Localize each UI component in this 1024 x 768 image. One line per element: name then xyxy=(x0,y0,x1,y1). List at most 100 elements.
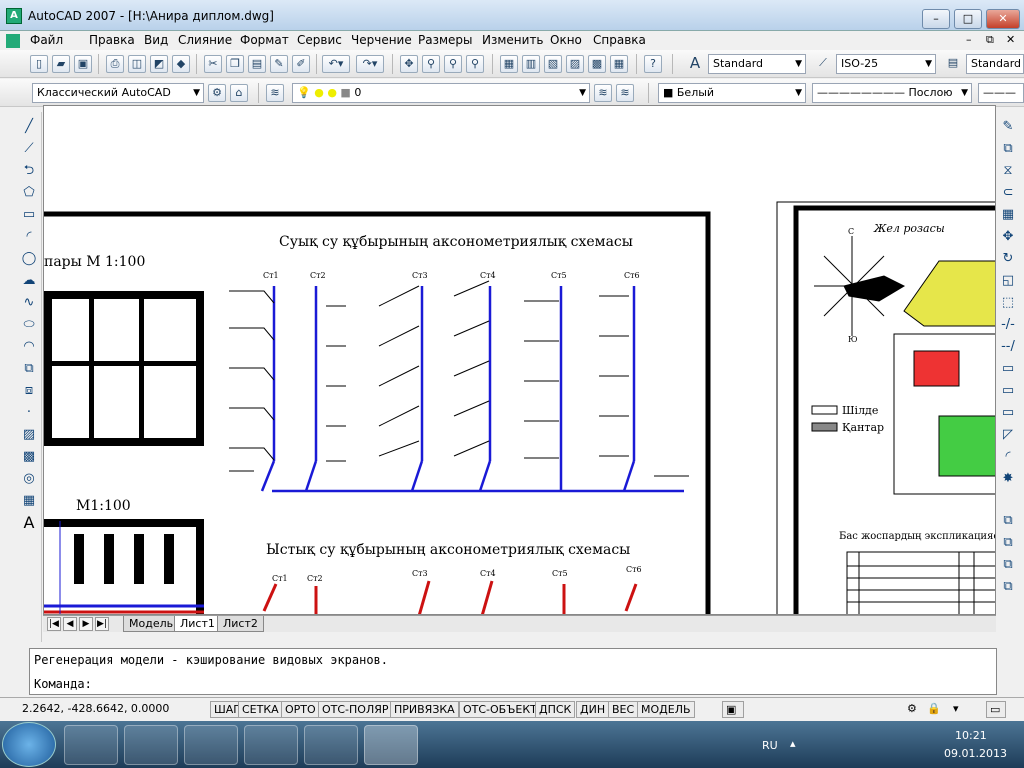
menu-draw[interactable]: Черчение xyxy=(351,33,412,47)
circle-icon[interactable]: ◯ xyxy=(20,250,38,268)
menu-view[interactable]: Вид xyxy=(144,33,168,47)
tool-palettes-icon[interactable]: ▧ xyxy=(544,55,562,73)
design-center-icon[interactable]: ▥ xyxy=(522,55,540,73)
save-icon[interactable]: ▣ xyxy=(74,55,92,73)
revision-cloud-icon[interactable]: ☁ xyxy=(20,272,38,290)
polygon-icon[interactable]: ⬠ xyxy=(20,184,38,202)
offset-icon[interactable]: ⊂ xyxy=(999,184,1017,202)
clock-date[interactable]: 09.01.2013 xyxy=(944,747,1007,760)
menu-modify[interactable]: Изменить xyxy=(482,33,544,47)
polar-toggle[interactable]: ОТС-ПОЛЯР xyxy=(318,701,393,718)
drawing-canvas[interactable]: Суық су құбырының аксонометриялық схемас… xyxy=(44,106,996,615)
trim-icon[interactable]: -/- xyxy=(999,316,1017,334)
mirror-icon[interactable]: ⧖ xyxy=(999,162,1017,180)
minimize-button[interactable]: – xyxy=(922,9,950,29)
copy-object-icon[interactable]: ⧉ xyxy=(999,140,1017,158)
arc-icon[interactable]: ◜ xyxy=(20,228,38,246)
bring-above-icon[interactable]: ⧉ xyxy=(999,578,1017,596)
communication-center-icon[interactable]: ⚙ xyxy=(904,701,920,718)
ie-taskbar-icon[interactable] xyxy=(64,725,118,765)
calculator-icon[interactable]: ▦ xyxy=(610,55,628,73)
status-menu-icon[interactable]: ▾ xyxy=(950,701,962,718)
array-icon[interactable]: ▦ xyxy=(999,206,1017,224)
clock-time[interactable]: 10:21 xyxy=(955,729,987,742)
join-icon[interactable]: ▭ xyxy=(999,404,1017,422)
tab-first-icon[interactable]: |◀ xyxy=(47,617,61,631)
open-icon[interactable]: ▰ xyxy=(52,55,70,73)
menu-dimension[interactable]: Размеры xyxy=(418,33,473,47)
linetype-select[interactable]: ———————— Послою ▼ xyxy=(812,83,972,103)
doc-close-icon[interactable]: ✕ xyxy=(1006,33,1015,46)
spline-icon[interactable]: ∿ xyxy=(20,294,38,312)
help-icon[interactable]: ? xyxy=(644,55,662,73)
doc-minimize-icon[interactable]: – xyxy=(966,33,972,46)
menu-help[interactable]: Справка xyxy=(593,33,646,47)
lwt-toggle[interactable]: ВЕС xyxy=(608,701,639,718)
grid-toggle[interactable]: СЕТКА xyxy=(238,701,283,718)
language-indicator[interactable]: RU xyxy=(762,739,778,752)
dyn-toggle[interactable]: ДИН xyxy=(576,701,610,718)
menu-format[interactable]: Формат xyxy=(240,33,289,47)
region-icon[interactable]: ◎ xyxy=(20,470,38,488)
copy-icon[interactable]: ❐ xyxy=(226,55,244,73)
tab-next-icon[interactable]: ▶ xyxy=(79,617,93,631)
scale-icon[interactable]: ◱ xyxy=(999,272,1017,290)
coordinates-readout[interactable]: 2.2642, -428.6642, 0.0000 xyxy=(22,702,169,715)
autocad-taskbar-icon[interactable] xyxy=(364,725,418,765)
break-icon[interactable]: ▭ xyxy=(999,382,1017,400)
publish-icon[interactable]: ◩ xyxy=(150,55,168,73)
draw-order-icon[interactable]: ⧉ xyxy=(999,512,1017,530)
erase-icon[interactable]: ✎ xyxy=(999,118,1017,136)
3d-dwf-icon[interactable]: ◆ xyxy=(172,55,190,73)
my-workspace-icon[interactable]: ⌂ xyxy=(230,84,248,102)
explorer-taskbar-icon[interactable] xyxy=(124,725,178,765)
menu-edit[interactable]: Правка xyxy=(89,33,135,47)
ortho-toggle[interactable]: ОРТО xyxy=(281,701,320,718)
close-button[interactable]: ✕ xyxy=(986,9,1020,29)
workspace-select[interactable]: Классический AutoCAD ▼ xyxy=(32,83,204,103)
ellipse-arc-icon[interactable]: ◠ xyxy=(20,338,38,356)
text-style-select[interactable]: Standard ▼ xyxy=(708,54,806,74)
autocad-app-icon[interactable]: A xyxy=(6,8,22,24)
lineweight-select[interactable]: ——— xyxy=(978,83,1024,103)
block-editor-icon[interactable]: ✐ xyxy=(292,55,310,73)
tab-last-icon[interactable]: ▶| xyxy=(95,617,109,631)
fillet-icon[interactable]: ◜ xyxy=(999,448,1017,466)
insert-block-icon[interactable]: ⧉ xyxy=(20,360,38,378)
send-back-icon[interactable]: ⧉ xyxy=(999,556,1017,574)
tray-show-hidden-icon[interactable]: ▴ xyxy=(790,737,796,750)
redo-icon[interactable]: ↷▾ xyxy=(356,55,384,73)
opera-taskbar-icon[interactable] xyxy=(244,725,298,765)
command-window[interactable]: Регенерация модели - кэширование видовых… xyxy=(29,648,997,695)
maximize-button[interactable]: □ xyxy=(954,9,982,29)
explode-icon[interactable]: ✸ xyxy=(999,470,1017,488)
zoom-previous-icon[interactable]: ⚲ xyxy=(466,55,484,73)
table-style-select[interactable]: Standard xyxy=(966,54,1024,74)
hatch-icon[interactable]: ▨ xyxy=(20,426,38,444)
document-icon[interactable] xyxy=(6,34,20,48)
multiline-text-icon[interactable]: A xyxy=(20,514,38,532)
dim-style-select[interactable]: ISO-25 ▼ xyxy=(836,54,936,74)
plot-icon[interactable]: ⎙ xyxy=(106,55,124,73)
bring-front-icon[interactable]: ⧉ xyxy=(999,534,1017,552)
menu-tools[interactable]: Сервис xyxy=(297,33,342,47)
markup-icon[interactable]: ▩ xyxy=(588,55,606,73)
break-at-point-icon[interactable]: ▭ xyxy=(999,360,1017,378)
command-prompt[interactable]: Команда: xyxy=(34,677,92,691)
lock-icon[interactable]: 🔒 xyxy=(924,701,944,718)
rotate-icon[interactable]: ↻ xyxy=(999,250,1017,268)
pan-icon[interactable]: ✥ xyxy=(400,55,418,73)
model-toggle[interactable]: МОДЕЛЬ xyxy=(637,701,695,718)
ellipse-icon[interactable]: ⬭ xyxy=(20,316,38,334)
start-button[interactable] xyxy=(2,722,56,767)
table-icon[interactable]: ▦ xyxy=(20,492,38,510)
media-player-taskbar-icon[interactable] xyxy=(184,725,238,765)
tab-sheet1[interactable]: Лист1 xyxy=(174,616,221,632)
sheet-set-icon[interactable]: ▨ xyxy=(566,55,584,73)
word-taskbar-icon[interactable] xyxy=(304,725,358,765)
osnap-toggle[interactable]: ПРИВЯЗКА xyxy=(390,701,459,718)
gradient-icon[interactable]: ▩ xyxy=(20,448,38,466)
polyline-icon[interactable]: ⮌ xyxy=(20,162,38,180)
text-style-icon[interactable]: A xyxy=(686,55,704,73)
cut-icon[interactable]: ✂ xyxy=(204,55,222,73)
